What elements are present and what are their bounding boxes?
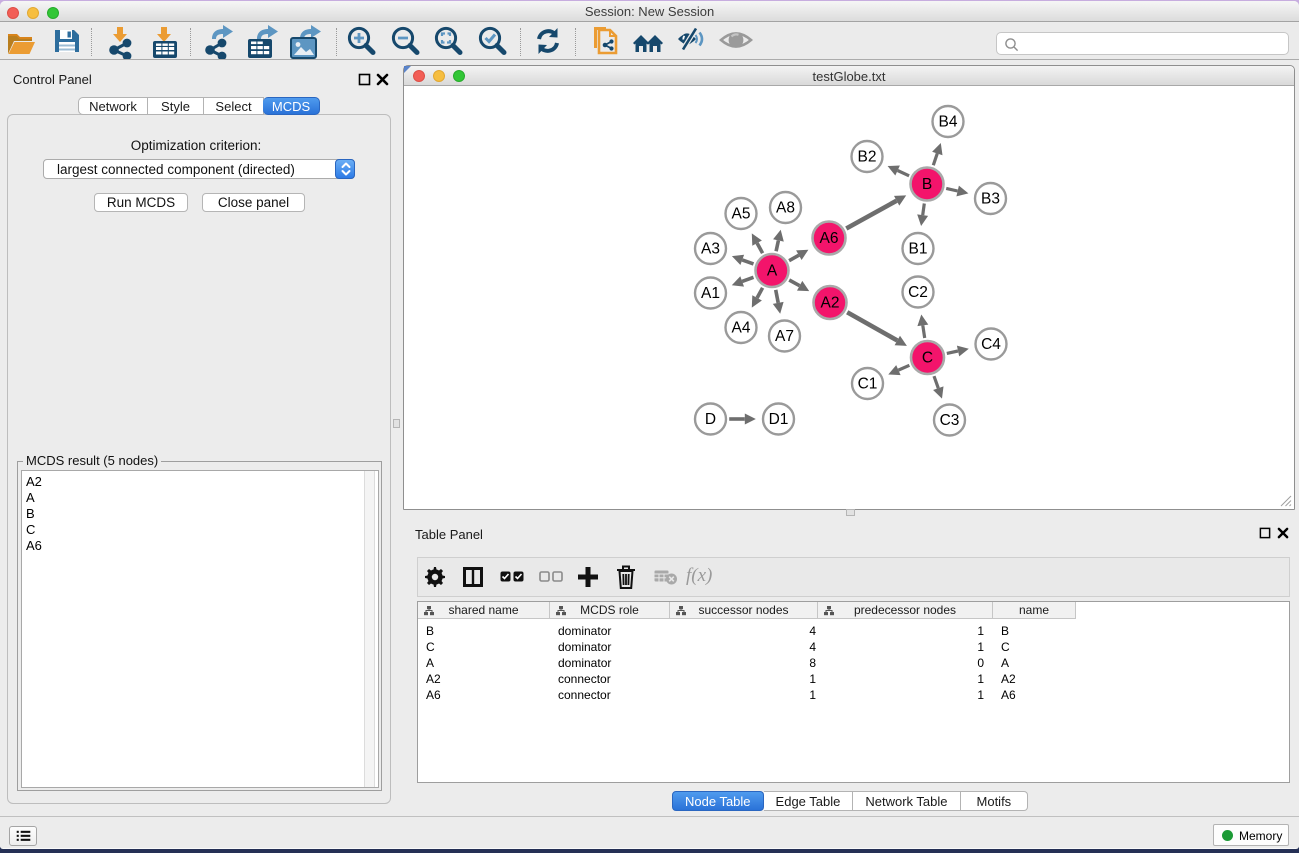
svg-text:C4: C4 — [981, 336, 1001, 353]
svg-text:D: D — [705, 411, 716, 428]
svg-text:B3: B3 — [981, 191, 1000, 208]
svg-text:A5: A5 — [732, 206, 751, 223]
svg-text:A8: A8 — [776, 200, 795, 217]
svg-text:D1: D1 — [769, 411, 789, 428]
svg-text:A2: A2 — [821, 295, 840, 312]
svg-text:A4: A4 — [732, 320, 751, 337]
svg-text:B4: B4 — [939, 114, 958, 131]
svg-text:C1: C1 — [858, 376, 878, 393]
svg-text:A7: A7 — [775, 328, 794, 345]
svg-text:B: B — [922, 176, 932, 193]
svg-text:C2: C2 — [908, 284, 928, 301]
svg-text:B1: B1 — [909, 241, 928, 258]
svg-text:C3: C3 — [940, 412, 960, 429]
svg-text:A1: A1 — [701, 285, 720, 302]
svg-text:A: A — [767, 263, 778, 280]
svg-text:A6: A6 — [820, 230, 839, 247]
svg-text:B2: B2 — [858, 149, 877, 166]
svg-text:A3: A3 — [701, 241, 720, 258]
svg-text:C: C — [922, 350, 933, 367]
